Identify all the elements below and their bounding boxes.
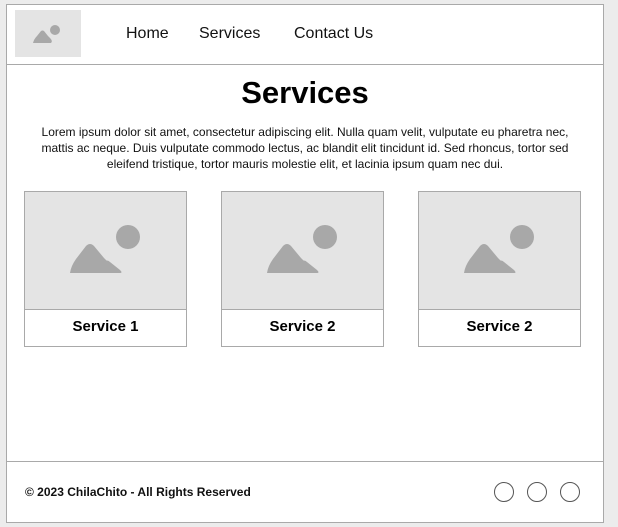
page-title: Services [241, 75, 369, 110]
logo[interactable] [15, 10, 81, 57]
nav-home[interactable]: Home [126, 25, 169, 43]
image-placeholder-icon [266, 224, 337, 273]
service-card-2[interactable]: Service 2 [221, 191, 384, 347]
social-icon[interactable] [560, 482, 580, 502]
service-card-3[interactable]: Service 2 [418, 191, 581, 347]
card-image [419, 192, 580, 310]
social-icon[interactable] [494, 482, 514, 502]
page: Home Services Contact Us Services Lorem … [6, 4, 604, 523]
card-label: Service 1 [72, 318, 139, 335]
card-image [222, 192, 383, 310]
site-footer: © 2023 ChilaChito - All Rights Reserved [7, 461, 603, 522]
copyright-text: © 2023 ChilaChito - All Rights Reserved [25, 485, 251, 499]
card-label: Service 2 [269, 318, 336, 335]
image-placeholder-icon [69, 224, 140, 273]
card-image [25, 192, 186, 310]
image-placeholder-icon [463, 224, 534, 273]
site-header: Home Services Contact Us [7, 5, 603, 65]
nav-contact-us[interactable]: Contact Us [294, 25, 373, 43]
nav-services[interactable]: Services [199, 25, 260, 43]
image-placeholder-icon [33, 24, 60, 43]
card-label: Service 2 [466, 318, 533, 335]
service-card-1[interactable]: Service 1 [24, 191, 187, 347]
social-icon[interactable] [527, 482, 547, 502]
intro-paragraph: Lorem ipsum dolor sit amet, consectetur … [41, 125, 569, 171]
